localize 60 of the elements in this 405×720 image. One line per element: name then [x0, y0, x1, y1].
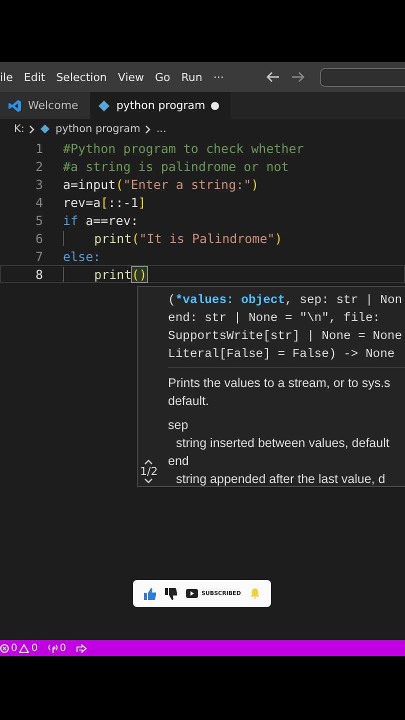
- chevron-icon: [29, 124, 36, 134]
- code-line: rev=a[::-1]: [63, 194, 146, 210]
- description-text: Prints the values to a stream, or to sys.s default.: [168, 375, 392, 410]
- warning-count[interactable]: 0: [31, 642, 38, 654]
- python-file-icon: [98, 100, 110, 112]
- error-icon: [0, 644, 9, 652]
- code-line: if a==rev:: [63, 212, 138, 228]
- menu-item[interactable]: View: [118, 70, 144, 84]
- signature-line: end: str | None = "\n", file:: [168, 310, 382, 327]
- search-field[interactable]: [320, 68, 405, 86]
- menu-item[interactable]: Selection: [56, 70, 107, 84]
- thumbs-up-icon: [144, 588, 156, 600]
- page-indicator: 1/2: [140, 465, 158, 478]
- line-number: 6: [34, 230, 43, 246]
- chevron-icon: [145, 124, 152, 134]
- chevron-down-icon: [144, 478, 154, 484]
- editor-tab[interactable]: Welcome: [0, 92, 90, 119]
- signature-line: Literal[False] = False) -> None: [168, 346, 396, 363]
- code-line: #a string is palindrome or not: [63, 158, 289, 174]
- parameter-name: end: [168, 453, 190, 470]
- menu-item[interactable]: Go: [155, 70, 170, 84]
- breadcrumb-item[interactable]: ...: [156, 123, 166, 135]
- forward-arrow-icon: [291, 71, 305, 83]
- share-icon: [76, 644, 88, 652]
- parameter-description: string inserted between values, default: [175, 435, 390, 452]
- line-number: 3: [34, 176, 43, 192]
- vscode-logo-icon: [8, 98, 22, 112]
- chevron-up-icon: [144, 459, 154, 465]
- parameter-name: sep: [168, 417, 190, 434]
- line-number: 5: [34, 212, 43, 228]
- line-number: 4: [34, 194, 43, 210]
- error-count[interactable]: 0: [11, 642, 18, 654]
- code-line: print("It is Palindrome"): [63, 230, 282, 246]
- line-number: 1: [34, 140, 43, 156]
- warning-icon: [19, 644, 30, 652]
- antenna-icon: [48, 644, 58, 652]
- play-logo-icon: [186, 589, 198, 598]
- signature-line: (*values: object, sep: str | Non: [168, 292, 404, 309]
- breadcrumb-item[interactable]: K:: [14, 123, 24, 135]
- code-line: print(): [63, 266, 147, 282]
- line-number: 7: [34, 248, 43, 264]
- code-line: else:: [63, 248, 101, 264]
- bell-icon: [250, 588, 260, 599]
- code-line: #Python program to check whether: [63, 140, 304, 156]
- thumbs-down-icon: [165, 588, 178, 600]
- signature-line: SupportsWrite[str] | None = None: [168, 328, 404, 345]
- parameter-description: string appended after the last value, d: [175, 471, 386, 486]
- ports-count[interactable]: 0: [60, 642, 66, 654]
- back-arrow-icon: [266, 71, 280, 83]
- line-number: 2: [34, 158, 43, 174]
- python-file-icon: [40, 124, 50, 134]
- menu-item[interactable]: ···: [213, 70, 224, 84]
- breadcrumb-item[interactable]: python program: [55, 123, 140, 135]
- line-number: 8: [34, 266, 43, 282]
- unsaved-dot-icon: [211, 102, 220, 110]
- menu-item[interactable]: Edit: [24, 70, 46, 84]
- menu-item[interactable]: Run: [181, 70, 202, 84]
- menu-item[interactable]: ile: [0, 70, 13, 84]
- code-line: a=input("Enter a string:"): [63, 176, 259, 192]
- editor-tab[interactable]: python program: [90, 92, 232, 119]
